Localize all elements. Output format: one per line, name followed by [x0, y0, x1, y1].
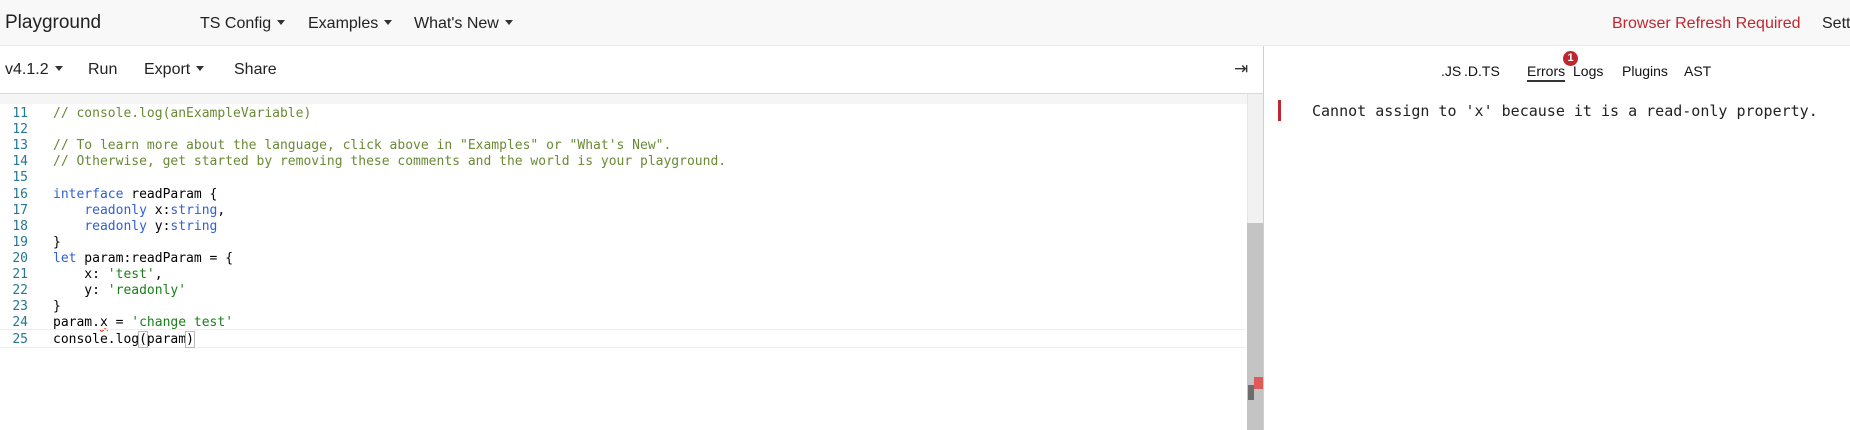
tab-logs[interactable]: Logs	[1573, 63, 1603, 79]
code-token: =	[107, 315, 132, 331]
code-token: let	[53, 250, 77, 266]
code-line-current[interactable]: 25 console.log(param)	[0, 329, 1246, 349]
error-message[interactable]: Cannot assign to 'x' because it is a rea…	[1312, 102, 1818, 120]
code-token: 'change test'	[131, 315, 234, 331]
code-token: }	[53, 299, 61, 315]
code-token: interface	[53, 186, 124, 202]
code-token: string	[170, 202, 218, 218]
code-token: param:readParam = {	[76, 250, 234, 266]
editor-toolbar: v4.1.2 Run Export Share ⇥	[0, 46, 1264, 94]
chevron-down-icon	[277, 20, 286, 26]
code-token: readParam {	[123, 186, 218, 202]
version-select[interactable]: v4.1.2	[5, 61, 63, 79]
ts-config-label: TS Config	[200, 15, 272, 32]
code-token: ,	[154, 267, 163, 282]
tab-dts[interactable]: .D.TS	[1464, 63, 1500, 79]
version-label: v4.1.2	[5, 61, 49, 78]
code-token: 'test'	[107, 267, 155, 282]
code-token: y:	[53, 283, 108, 299]
scrollbar-cursor-marker	[1248, 385, 1254, 400]
examples-menu[interactable]: Examples	[308, 15, 393, 33]
code-token: readonly	[84, 218, 147, 234]
error-token: x	[99, 315, 108, 331]
tab-plugins[interactable]: Plugins	[1622, 63, 1668, 79]
code-token: }	[53, 234, 61, 250]
browser-refresh-notice[interactable]: Browser Refresh Required	[1612, 15, 1801, 33]
tab-errors[interactable]: Errors	[1527, 63, 1566, 82]
whats-new-label: What's New	[414, 15, 499, 32]
code-token: x:	[53, 267, 108, 282]
code-token: y:	[146, 218, 171, 234]
chevron-down-icon	[54, 66, 63, 72]
run-button[interactable]: Run	[88, 61, 117, 79]
code-token: param	[146, 332, 187, 348]
share-button[interactable]: Share	[234, 61, 277, 79]
code-editor[interactable]: 11// console.log(anExampleVariable) 12 13/…	[0, 94, 1264, 430]
line-code: console.log(param)	[53, 330, 195, 349]
code-token: // To learn more about the language, cli…	[53, 138, 672, 154]
code-token: ,	[217, 202, 226, 218]
brand-title[interactable]: Playground	[5, 12, 101, 34]
tab-js[interactable]: .JS	[1441, 63, 1461, 79]
top-navigation: Playground TS Config Examples What's New…	[0, 0, 1850, 46]
error-count-badge: 1	[1563, 51, 1578, 66]
chevron-down-icon	[504, 20, 513, 26]
code-token: x:	[146, 202, 171, 218]
code-token: )	[185, 331, 195, 349]
settings-link[interactable]: Sett	[1822, 15, 1850, 33]
chevron-down-icon	[196, 66, 205, 72]
export-label: Export	[144, 61, 191, 78]
export-menu[interactable]: Export	[144, 61, 205, 79]
code-token: 'readonly'	[107, 283, 187, 299]
chevron-down-icon	[384, 20, 393, 26]
examples-label: Examples	[308, 15, 379, 32]
scrollbar-error-marker	[1254, 377, 1263, 389]
code-token: param.	[53, 315, 100, 331]
tab-ast[interactable]: AST	[1684, 63, 1711, 79]
code-token: (	[138, 331, 148, 349]
code-token: // console.log(anExampleVariable)	[53, 106, 312, 121]
code-token: // Otherwise, get started by removing th…	[53, 154, 727, 170]
error-indicator-bar	[1278, 100, 1281, 121]
code-token: console.log	[53, 332, 140, 348]
whats-new-menu[interactable]: What's New	[414, 15, 513, 33]
ts-config-menu[interactable]: TS Config	[200, 15, 286, 33]
line-number: 25	[12, 332, 28, 348]
collapse-sidebar-icon[interactable]: ⇥	[1234, 59, 1248, 79]
code-token: string	[170, 218, 218, 234]
code-token: readonly	[84, 202, 147, 218]
